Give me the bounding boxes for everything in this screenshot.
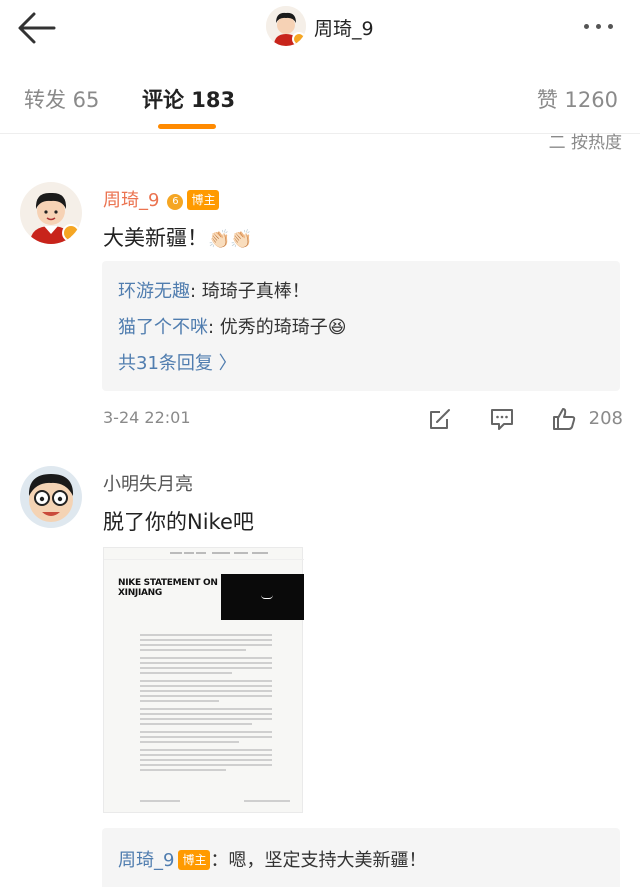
reply-username[interactable]: 周琦_9 xyxy=(118,850,174,871)
sort-by-hot-button[interactable]: 二 按热度 xyxy=(549,128,622,153)
reply-item[interactable]: 周琦_9 博主 ：嗯，坚定支持大美新疆！ xyxy=(118,846,426,872)
reply-box[interactable]: 周琦_9 博主 ：嗯，坚定支持大美新疆！ xyxy=(102,828,620,887)
tab-likes[interactable]: 赞 1260 xyxy=(537,84,618,114)
reply-username[interactable]: 猫了个不咪 xyxy=(118,317,208,338)
image-nav-strip xyxy=(104,548,304,560)
username-text: 周琦_9 xyxy=(103,190,160,211)
reply-box[interactable]: 环游无趣: 琦琦子真棒！ 猫了个不咪: 优秀的琦琦子😆 共31条回复 〉 xyxy=(102,261,620,391)
avatar[interactable] xyxy=(20,182,82,244)
comment-body: 大美新疆！ xyxy=(103,226,208,250)
repost-icon[interactable] xyxy=(427,406,453,432)
tab-comments[interactable]: 评论 183 xyxy=(142,84,235,114)
tab-repost[interactable]: 转发 65 xyxy=(24,84,99,114)
timestamp: 3-24 22:01 xyxy=(103,408,191,427)
nike-statement-image[interactable]: NIKE STATEMENT ON XINJIANG xyxy=(103,547,304,813)
clap-emoji: 👏🏻👏🏻 xyxy=(208,229,253,250)
host-badge: 博主 xyxy=(187,190,220,210)
reply-text: ：嗯，坚定支持大美新疆！ xyxy=(210,850,427,871)
host-badge: 博主 xyxy=(178,850,211,870)
reply-item[interactable]: 环游无趣: 琦琦子真棒！ xyxy=(118,277,310,303)
image-title: NIKE STATEMENT ON XINJIANG xyxy=(118,578,218,598)
comment-username[interactable]: 小明失月亮 xyxy=(103,470,193,496)
laugh-emoji: 😆 xyxy=(327,317,347,338)
nike-logo-block xyxy=(221,574,304,620)
reply-item[interactable]: 猫了个不咪: 优秀的琦琦子😆 xyxy=(118,313,347,339)
comment-meta: 3-24 22:01 208 xyxy=(103,404,623,434)
avatar[interactable] xyxy=(20,466,82,528)
active-tab-indicator xyxy=(158,124,216,129)
tab-bar: 转发 65 评论 183 赞 1260 xyxy=(0,56,640,134)
image-footer-line xyxy=(140,800,180,802)
comment-username[interactable]: 周琦_9 6 博主 xyxy=(103,186,220,212)
reply-username[interactable]: 环游无趣 xyxy=(118,281,190,302)
divider xyxy=(0,133,640,134)
more-dots-icon[interactable] xyxy=(584,14,628,38)
reply-text: : 琦琦子真棒！ xyxy=(190,281,310,302)
statement-text-lines xyxy=(140,634,272,774)
avatar[interactable] xyxy=(266,6,306,46)
comment-text: 大美新疆！👏🏻👏🏻 xyxy=(103,222,253,252)
image-footer-line xyxy=(244,800,290,802)
comment-text: 脱了你的Nike吧 xyxy=(103,510,254,534)
comment-icon[interactable] xyxy=(489,406,515,432)
swoosh-icon xyxy=(261,595,273,599)
like-count: 208 xyxy=(588,408,623,429)
level-badge: 6 xyxy=(167,194,184,210)
arrow-left-icon[interactable] xyxy=(14,8,60,48)
view-all-replies-link[interactable]: 共31条回复 〉 xyxy=(118,349,237,375)
page-title: 周琦_9 xyxy=(314,18,374,40)
like-icon[interactable] xyxy=(551,406,577,432)
top-bar: 周琦_9 xyxy=(0,0,640,56)
reply-text: : 优秀的琦琦子 xyxy=(208,317,328,338)
